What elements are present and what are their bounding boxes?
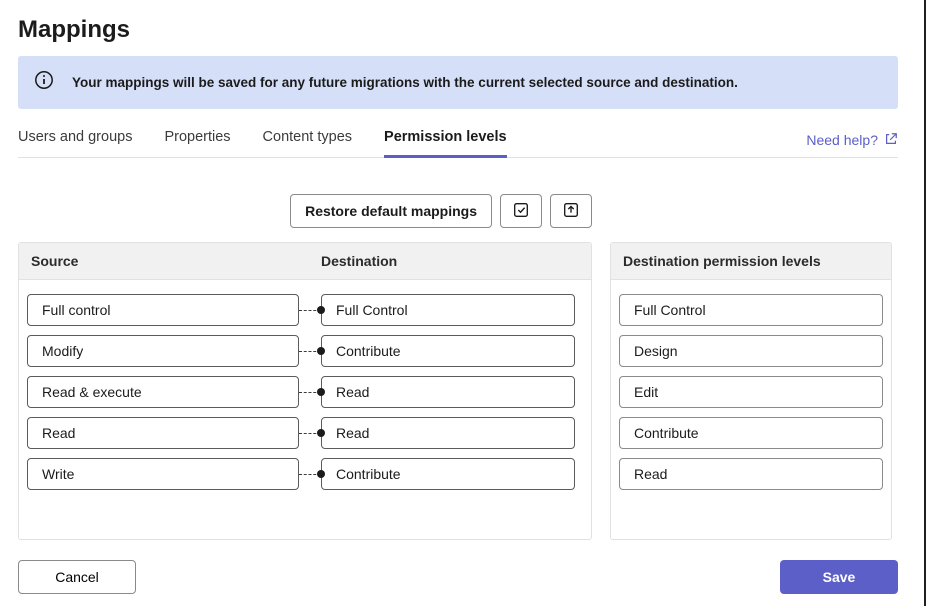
mapping-source-chip[interactable]: Read & execute	[27, 376, 299, 408]
tab-permission-levels[interactable]: Permission levels	[384, 129, 507, 158]
mapping-connector-icon	[299, 376, 321, 408]
mapping-connector-icon	[299, 335, 321, 367]
save-button[interactable]: Save	[780, 560, 898, 594]
info-banner-text: Your mappings will be saved for any futu…	[72, 75, 738, 90]
mapping-source-chip[interactable]: Write	[27, 458, 299, 490]
mappings-source-header: Source	[19, 243, 309, 279]
page-title: Mappings	[18, 16, 898, 44]
mapping-row: Read Read	[27, 417, 583, 449]
tab-users-and-groups[interactable]: Users and groups	[18, 129, 132, 158]
mapping-destination-chip[interactable]: Read	[321, 376, 575, 408]
mapping-connector-icon	[299, 417, 321, 449]
mapping-connector-icon	[299, 458, 321, 490]
export-button[interactable]	[550, 194, 592, 228]
export-icon	[562, 201, 580, 222]
destination-permission-levels-panel: Destination permission levels Full Contr…	[610, 242, 892, 540]
need-help-label: Need help?	[806, 132, 878, 148]
mapping-source-chip[interactable]: Full control	[27, 294, 299, 326]
mapping-row: Read & execute Read	[27, 376, 583, 408]
info-icon	[34, 70, 54, 95]
mapping-destination-chip[interactable]: Contribute	[321, 458, 575, 490]
permission-level-item[interactable]: Edit	[619, 376, 883, 408]
mapping-connector-icon	[299, 294, 321, 326]
mappings-toolbar: Restore default mappings	[18, 194, 592, 228]
mapping-destination-chip[interactable]: Contribute	[321, 335, 575, 367]
mapping-row: Full control Full Control	[27, 294, 583, 326]
tab-properties[interactable]: Properties	[164, 129, 230, 158]
permission-level-item[interactable]: Read	[619, 458, 883, 490]
footer-actions: Cancel Save	[18, 560, 898, 594]
mappings-destination-header: Destination	[309, 243, 591, 279]
tab-content-types[interactable]: Content types	[263, 129, 352, 158]
permission-level-item[interactable]: Design	[619, 335, 883, 367]
mappings-panel: Source Destination Full control Full Con…	[18, 242, 592, 540]
info-banner: Your mappings will be saved for any futu…	[18, 56, 898, 109]
mapping-destination-chip[interactable]: Full Control	[321, 294, 575, 326]
tabs-bar: Users and groups Properties Content type…	[18, 129, 898, 158]
mapping-row: Modify Contribute	[27, 335, 583, 367]
external-link-icon	[884, 132, 898, 149]
mapping-source-chip[interactable]: Read	[27, 417, 299, 449]
import-icon	[512, 201, 530, 222]
destination-permission-levels-header: Destination permission levels	[611, 243, 891, 279]
mapping-source-chip[interactable]: Modify	[27, 335, 299, 367]
permission-level-item[interactable]: Full Control	[619, 294, 883, 326]
restore-default-mappings-button[interactable]: Restore default mappings	[290, 194, 492, 228]
need-help-link[interactable]: Need help?	[806, 132, 898, 155]
cancel-button[interactable]: Cancel	[18, 560, 136, 594]
permission-level-item[interactable]: Contribute	[619, 417, 883, 449]
mapping-row: Write Contribute	[27, 458, 583, 490]
mapping-destination-chip[interactable]: Read	[321, 417, 575, 449]
import-button[interactable]	[500, 194, 542, 228]
